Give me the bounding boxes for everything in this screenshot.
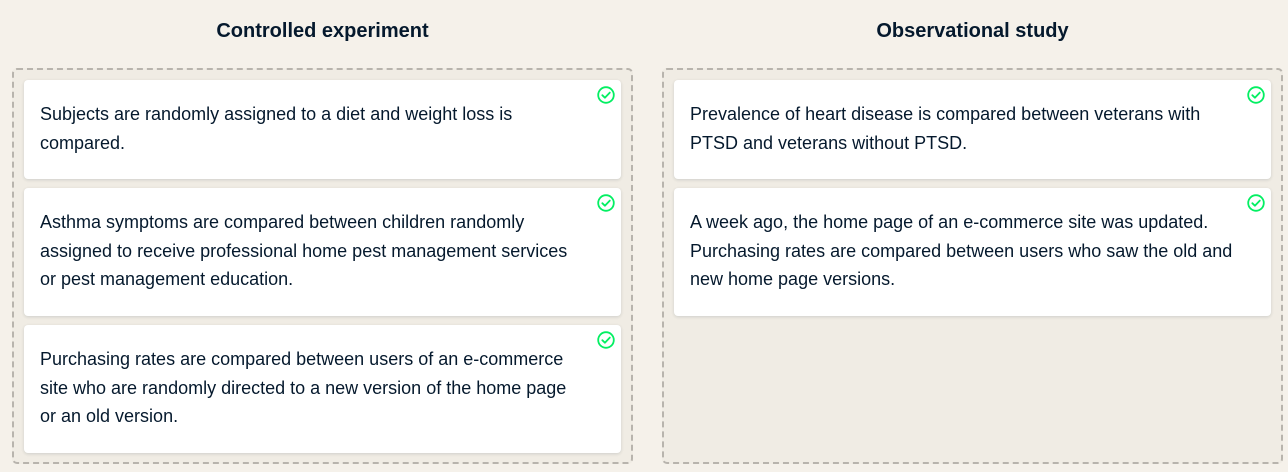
- check-circle-icon: [597, 331, 615, 349]
- card-text: Asthma symptoms are compared between chi…: [40, 212, 568, 289]
- check-circle-icon: [597, 86, 615, 104]
- draggable-card[interactable]: Asthma symptoms are compared between chi…: [24, 188, 621, 316]
- check-circle-icon: [597, 194, 615, 212]
- column-title: Controlled experiment: [216, 20, 429, 42]
- draggable-card[interactable]: A week ago, the home page of an e-commer…: [674, 188, 1271, 316]
- card-text: A week ago, the home page of an e-commer…: [690, 212, 1233, 289]
- draggable-card[interactable]: Prevalence of heart disease is compared …: [674, 80, 1271, 179]
- draggable-card[interactable]: Subjects are randomly assigned to a diet…: [24, 80, 621, 179]
- check-circle-icon: [1247, 86, 1265, 104]
- card-text: Purchasing rates are compared between us…: [40, 349, 567, 426]
- card-text: Prevalence of heart disease is compared …: [690, 104, 1201, 153]
- draggable-card[interactable]: Purchasing rates are compared between us…: [24, 325, 621, 453]
- column-title: Observational study: [876, 20, 1069, 42]
- check-circle-icon: [1247, 194, 1265, 212]
- controlled-experiment-dropzone[interactable]: Subjects are randomly assigned to a diet…: [12, 68, 633, 464]
- card-text: Subjects are randomly assigned to a diet…: [40, 104, 513, 153]
- observational-study-dropzone[interactable]: Prevalence of heart disease is compared …: [662, 68, 1283, 464]
